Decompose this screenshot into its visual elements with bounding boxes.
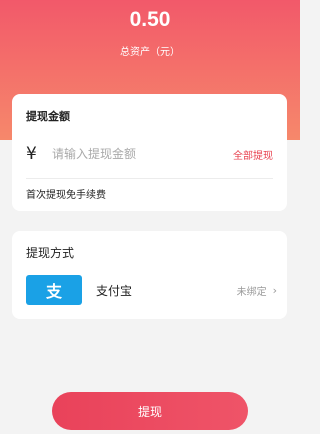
total-balance: 0.50 — [129, 8, 171, 31]
withdraw-amount-input[interactable] — [52, 143, 233, 165]
amount-input-row: ¥ 全部提现 — [26, 142, 273, 166]
alipay-logo-icon: 支 — [26, 275, 82, 305]
withdraw-method-card: 提现方式 支 支付宝 未绑定 › — [12, 231, 287, 319]
withdraw-screen: 0.50 总资产（元） 提现金额 ¥ 全部提现 首次提现免手续费 提现方式 支 … — [0, 0, 300, 434]
currency-symbol: ¥ — [26, 144, 37, 164]
total-balance-label: 总资产（元） — [120, 47, 180, 58]
method-name: 支付宝 — [96, 283, 133, 298]
bind-status: 未绑定 — [236, 286, 267, 298]
submit-withdraw-button[interactable]: 提现 — [52, 392, 248, 430]
withdraw-amount-title: 提现金额 — [26, 110, 70, 123]
chevron-right-icon: › — [272, 283, 277, 297]
withdraw-method-title: 提现方式 — [26, 246, 75, 260]
alipay-method-row[interactable]: 支 支付宝 未绑定 › — [26, 275, 277, 305]
alipay-logo-glyph: 支 — [45, 282, 62, 301]
fee-note: 首次提现免手续费 — [26, 190, 106, 201]
amount-divider — [26, 178, 273, 179]
withdraw-all-button[interactable]: 全部提现 — [233, 147, 273, 162]
withdraw-amount-card: 提现金额 ¥ 全部提现 首次提现免手续费 — [12, 94, 287, 211]
